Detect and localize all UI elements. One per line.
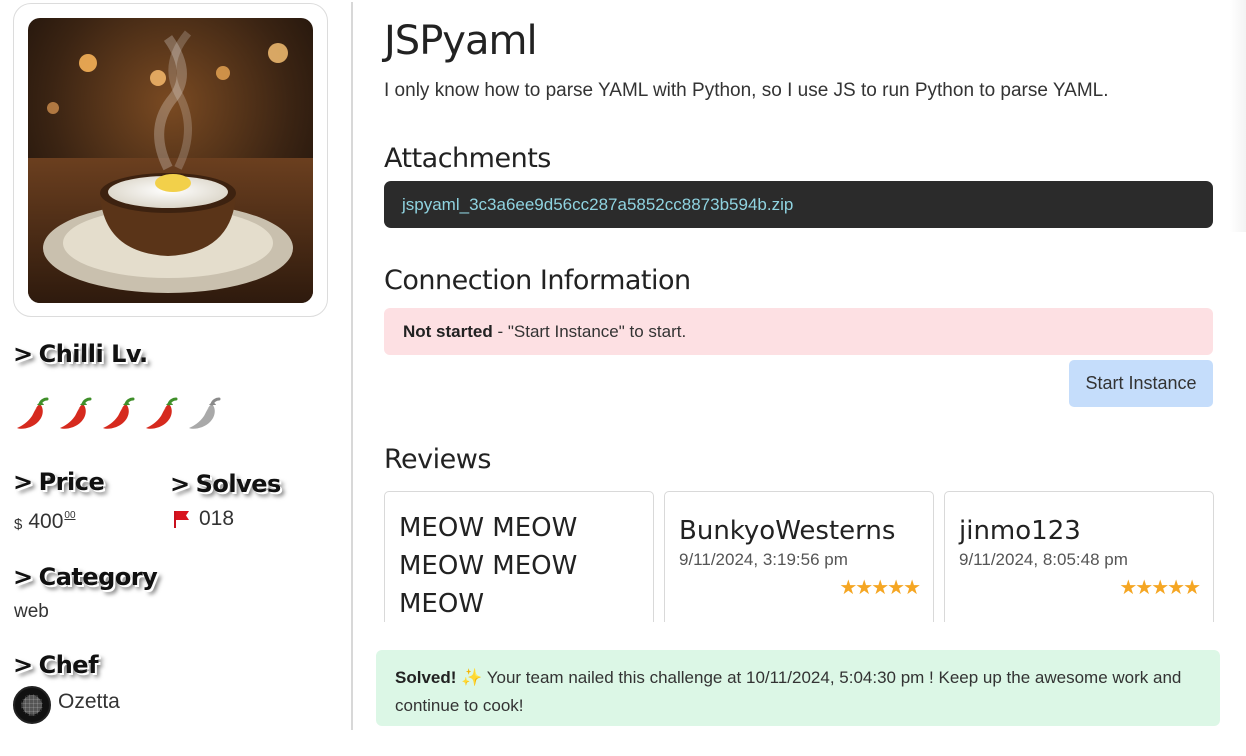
price-heading: > Price [13,468,105,496]
solved-message: Your team nailed this challenge at 10/11… [395,668,1182,715]
challenge-sidebar: > Chilli Lv. > Price $40000 > Solves 018 > C… [0,0,352,756]
chilli-pepper-empty-icon [189,397,221,429]
attachment-download-link[interactable]: jspyaml_3c3a6ee9d56cc287a5852cc8873b594b… [402,195,793,215]
chef-avatar [13,686,51,724]
connection-status: Not started [403,322,493,341]
category-heading: > Category [13,563,158,591]
star-rating: ★★★★★ [839,575,921,599]
review-card: BunkyoWesterns 9/11/2024, 3:19:56 pm ★★★… [664,491,934,622]
dish-photo-card [13,3,328,317]
chef-heading: > Chef [13,651,99,679]
review-date: 9/11/2024, 3:19:56 pm [679,550,848,569]
review-date: 9/11/2024, 8:05:48 pm [959,550,1128,569]
chilli-pepper-icon [17,397,49,429]
reviewer-name: BunkyoWesterns [679,516,896,546]
challenge-title: JSPyaml [384,18,538,64]
solves-heading: > Solves [170,470,281,498]
chef-name: Ozetta [58,690,120,713]
chilli-pepper-icon [146,397,178,429]
chilli-level-heading: > Chilli Lv. [13,340,148,368]
reviews-list[interactable]: MEOW MEOW MEOW MEOW MEOW BunkyoWesterns … [384,491,1224,622]
page-scroll-edge [1230,0,1246,232]
attachments-heading: Attachments [384,143,551,174]
star-rating: ★★★★★ [1119,575,1201,599]
review-card: MEOW MEOW MEOW MEOW MEOW [384,491,654,622]
chilli-pepper-icon [103,397,135,429]
price-value: $40000 [14,510,76,533]
category-value: web [14,601,49,622]
reviews-heading: Reviews [384,444,491,475]
reviewer-name: jinmo123 [959,516,1081,546]
sparkles-icon: ✨ [461,668,483,687]
solves-value: 018 [173,507,234,531]
review-card: jinmo123 9/11/2024, 8:05:48 pm ★★★★★ [944,491,1214,622]
review-text: MEOW MEOW MEOW MEOW MEOW [399,513,578,619]
connection-message: - "Start Instance" to start. [492,322,687,341]
chilli-pepper-icon [60,397,92,429]
chilli-level-rating [14,396,222,432]
connection-heading: Connection Information [384,265,691,296]
solved-label: Solved! [395,668,457,687]
challenge-description: I only know how to parse YAML with Pytho… [384,80,1109,101]
solved-banner: Solved! ✨ Your team nailed this challeng… [376,650,1220,726]
attachment-bar: jspyaml_3c3a6ee9d56cc287a5852cc8873b594b… [384,181,1213,228]
column-divider [351,2,353,730]
connection-status-alert: Not started - "Start Instance" to start. [384,308,1213,355]
start-instance-button[interactable]: Start Instance [1069,360,1213,407]
dish-photo [28,18,313,303]
flag-icon [174,511,189,528]
